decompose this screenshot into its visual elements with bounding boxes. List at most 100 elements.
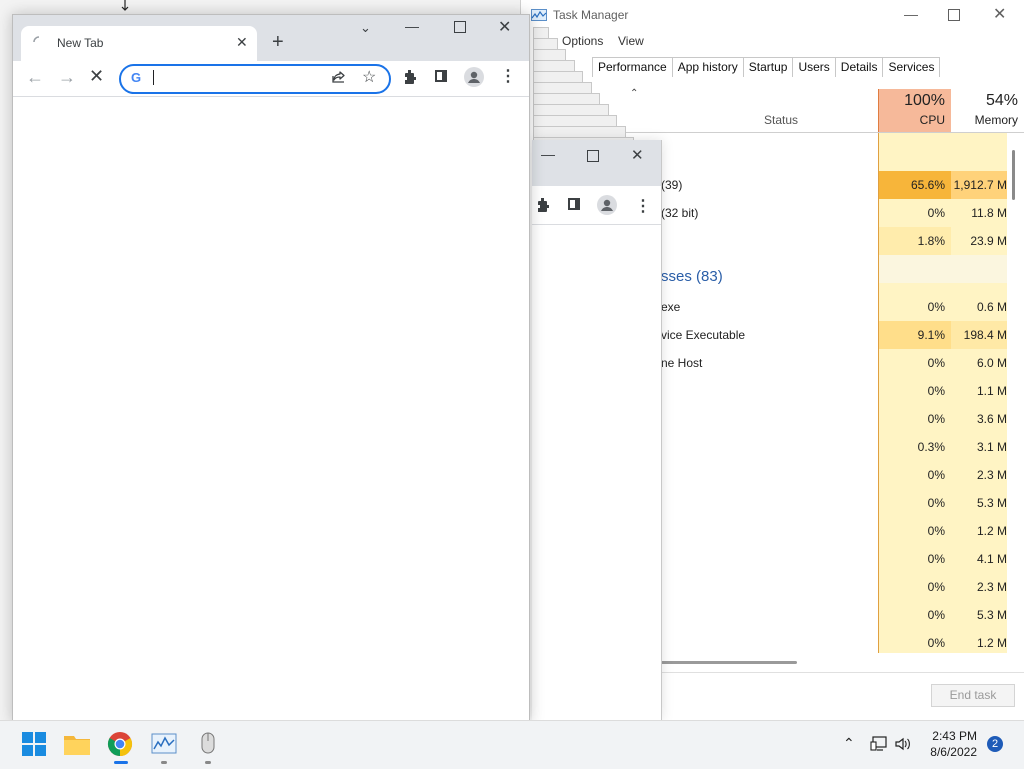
tab-services[interactable]: Services	[882, 57, 941, 77]
process-cpu: 0%	[927, 524, 945, 538]
process-cpu: 0%	[927, 496, 945, 510]
process-memory: 5.3 M	[976, 496, 1007, 510]
column-header-memory[interactable]: 54% Memory	[951, 89, 1024, 132]
process-cpu: 0%	[927, 468, 945, 482]
back-arrow-icon[interactable]: ←	[26, 67, 44, 88]
address-input[interactable]	[150, 68, 324, 90]
vertical-scrollbar[interactable]	[1012, 150, 1015, 200]
memory-column-label: Memory	[974, 113, 1018, 127]
task-manager-title: Task Manager	[553, 8, 629, 22]
share-icon[interactable]	[331, 69, 347, 85]
process-memory: 2.3 M	[976, 580, 1007, 594]
process-cpu: 0%	[927, 356, 945, 370]
mouse-icon[interactable]	[192, 728, 224, 760]
tab-users[interactable]: Users	[792, 57, 836, 77]
show-hidden-icons-chevron-icon[interactable]: ⌃	[843, 735, 855, 752]
cpu-total-percent: 100%	[904, 92, 945, 109]
mouse-running-indicator	[205, 761, 211, 764]
process-name: vice Executable	[661, 328, 746, 342]
tab-title[interactable]: New Tab	[57, 36, 103, 50]
process-memory: 198.4 M	[951, 321, 1007, 349]
browser-menu-icon[interactable]: ⋮	[500, 66, 516, 86]
process-cpu: 0%	[927, 412, 945, 426]
maximize-button[interactable]	[454, 21, 466, 33]
process-cpu: 65.6%	[879, 171, 951, 199]
menu-options[interactable]: Options	[562, 34, 603, 48]
sort-chevron-up-icon[interactable]: ⌃	[630, 88, 638, 99]
process-name: exe	[661, 300, 681, 314]
tab-close-icon[interactable]: ✕	[236, 34, 248, 51]
tab-performance[interactable]: Performance	[592, 57, 673, 77]
text-cursor	[153, 70, 154, 85]
file-explorer-icon[interactable]	[61, 728, 93, 760]
notification-badge[interactable]: 2	[987, 736, 1003, 752]
tab-app-history[interactable]: App history	[671, 57, 744, 77]
process-memory: 6.0 M	[976, 356, 1007, 370]
tm-close-button[interactable]: ✕	[993, 4, 1006, 24]
process-cpu: 0%	[927, 300, 945, 314]
process-memory: 11.8 M	[971, 206, 1007, 220]
close-button[interactable]: ✕	[498, 17, 511, 37]
chrome-icon[interactable]	[104, 728, 136, 760]
process-memory: 0.6 M	[976, 300, 1007, 314]
extensions-icon[interactable]	[402, 69, 418, 85]
process-name: ne Host	[661, 356, 703, 370]
task-manager-app-icon	[531, 9, 547, 21]
volume-icon[interactable]	[894, 736, 912, 752]
minimize-button[interactable]: —	[405, 18, 419, 34]
task-manager-tabs: Performance App history Startup Users De…	[592, 57, 941, 77]
browser-window	[12, 14, 530, 722]
new-tab-button[interactable]: +	[272, 31, 284, 54]
bg-minimize-button[interactable]: —	[541, 146, 555, 162]
profile-avatar-icon[interactable]	[464, 67, 484, 87]
bg-extensions-icon[interactable]	[535, 197, 551, 213]
process-cpu: 0.3%	[917, 440, 945, 454]
column-header-cpu[interactable]: 100% CPU	[878, 89, 952, 132]
process-cpu: 0%	[927, 206, 945, 220]
bg-profile-icon[interactable]	[597, 195, 617, 215]
tab-startup[interactable]: Startup	[742, 57, 794, 77]
memory-total-percent: 54%	[985, 92, 1018, 109]
end-task-button[interactable]: End task	[931, 684, 1015, 707]
horizontal-scrollbar[interactable]	[661, 661, 797, 664]
process-cpu: 9.1%	[879, 321, 951, 349]
bookmark-star-icon[interactable]: ☆	[362, 67, 376, 87]
process-memory: 23.9 M	[970, 234, 1007, 248]
forward-arrow-icon[interactable]: →	[58, 67, 76, 88]
task-manager-icon[interactable]	[148, 728, 180, 760]
bg-side-panel-icon[interactable]	[568, 198, 580, 210]
network-icon[interactable]	[870, 736, 888, 752]
clock-date[interactable]: 8/6/2022	[927, 745, 977, 759]
process-cpu: 0%	[927, 580, 945, 594]
process-cpu: 0%	[927, 636, 945, 650]
process-memory: 1.1 M	[976, 384, 1007, 398]
bg-close-button[interactable]: ✕	[631, 146, 644, 164]
chrome-active-indicator	[114, 761, 128, 764]
bg-menu-icon[interactable]: ⋮	[635, 196, 651, 216]
group-band-cpu	[879, 255, 951, 283]
tm-maximize-button[interactable]	[948, 9, 960, 21]
process-memory: 1.2 M	[976, 524, 1007, 538]
clock-time[interactable]: 2:43 PM	[931, 729, 977, 743]
group-band-mem	[951, 255, 1007, 283]
tab-search-chevron-icon[interactable]: ⌄	[360, 20, 371, 36]
menu-view[interactable]: View	[618, 34, 644, 48]
footer-divider	[661, 672, 1024, 673]
process-memory: 3.1 M	[976, 440, 1007, 454]
process-memory: 3.6 M	[976, 412, 1007, 426]
process-cpu: 0%	[927, 608, 945, 622]
start-icon[interactable]	[18, 728, 50, 760]
process-name: (32 bit)	[661, 206, 699, 220]
resize-cursor-icon	[121, 0, 129, 11]
process-memory: 1,912.7 M	[951, 171, 1007, 199]
process-memory: 4.1 M	[976, 552, 1007, 566]
stop-loading-icon[interactable]: ✕	[89, 66, 104, 87]
bg-maximize-button[interactable]	[587, 150, 599, 162]
process-name: (39)	[661, 178, 683, 192]
process-memory: 2.3 M	[976, 468, 1007, 482]
browser-window-background	[532, 140, 662, 720]
column-header-status[interactable]: Status	[764, 113, 798, 127]
side-panel-icon[interactable]	[435, 70, 447, 82]
tab-details[interactable]: Details	[834, 57, 884, 77]
tm-minimize-button[interactable]: —	[904, 6, 918, 22]
